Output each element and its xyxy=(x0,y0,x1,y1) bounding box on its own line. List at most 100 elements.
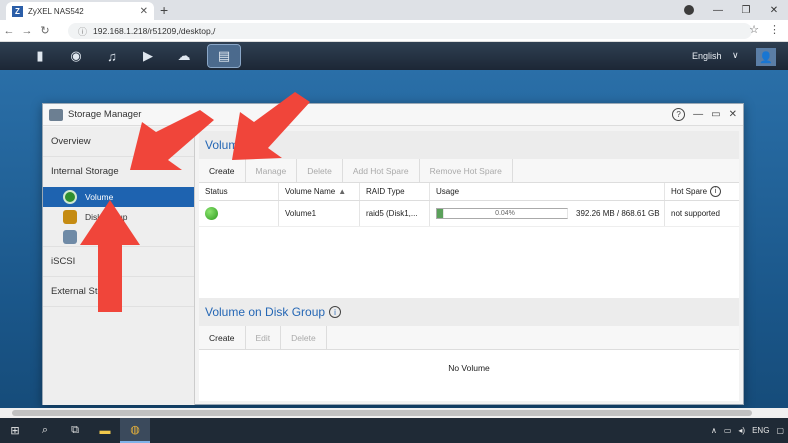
main-panel: Volume Create Manage Delete Add Hot Spar… xyxy=(199,131,739,401)
zyxel-cloud-app-icon[interactable]: ☁ xyxy=(172,45,196,67)
chevron-up-icon[interactable]: ∧ xyxy=(711,426,717,435)
minimize-icon[interactable]: — xyxy=(704,5,732,16)
sort-ascending-icon: ▲ xyxy=(338,187,347,196)
edit-button[interactable]: Edit xyxy=(246,326,282,349)
close-window-icon[interactable]: ✕ xyxy=(760,5,788,16)
profile-icon[interactable] xyxy=(684,5,694,15)
close-window-icon[interactable]: ✕ xyxy=(729,109,737,120)
notification-icon[interactable]: ▢ xyxy=(776,426,784,435)
hot-spare-cell: not supported xyxy=(671,209,720,218)
close-tab-icon[interactable]: ✕ xyxy=(140,6,148,17)
address-input[interactable]: ⓘ 192.168.1.218/r51209,/desktop,/ xyxy=(68,23,752,39)
add-hot-spare-button[interactable]: Add Hot Spare xyxy=(343,159,420,182)
user-icon[interactable]: 👤 xyxy=(756,48,776,66)
maximize-window-icon[interactable]: ▭ xyxy=(711,109,720,120)
usage-bar-fill xyxy=(437,209,444,218)
browser-tab[interactable]: Z ZyXEL NAS542 ✕ xyxy=(6,2,154,20)
info-icon[interactable]: i xyxy=(329,306,342,318)
usage-bar: 0.04% xyxy=(436,208,568,219)
chevron-down-icon[interactable]: ∨ xyxy=(732,50,739,61)
sidebar-item-external-storage[interactable]: External Storage xyxy=(43,277,194,307)
disk-group-toolbar: Create Edit Delete xyxy=(199,326,739,350)
column-volume-name[interactable]: Volume Name ▲ xyxy=(279,183,360,200)
sidebar-item-internal-storage[interactable]: Internal Storage xyxy=(43,157,194,187)
back-icon[interactable]: ← xyxy=(0,25,18,37)
volume-name-cell: Volume1 xyxy=(279,201,360,226)
volume-icon[interactable]: ◂) xyxy=(738,426,745,435)
column-label: Volume Name xyxy=(285,187,336,196)
search-icon[interactable]: ⌕ xyxy=(30,418,60,443)
disk-group-icon xyxy=(63,210,77,224)
window-title-controls: ? — ▭ ✕ xyxy=(672,108,737,121)
column-raid-type[interactable]: RAID Type xyxy=(360,183,430,200)
sidebar-item-disk-group[interactable]: Disk Group xyxy=(43,207,194,227)
create-button[interactable]: Create xyxy=(199,159,246,182)
raid-type-cell: raid5 (Disk1,... xyxy=(360,201,430,226)
address-text: 192.168.1.218/r51209,/desktop,/ xyxy=(93,26,216,36)
disk-icon xyxy=(63,229,77,244)
music-app-icon[interactable]: ♫ xyxy=(100,45,124,67)
manage-button[interactable]: Manage xyxy=(246,159,298,182)
status-ok-icon xyxy=(205,207,218,220)
chrome-icon[interactable]: ◍ xyxy=(120,418,150,443)
address-bar-row: ← → ↻ ⓘ 192.168.1.218/r51209,/desktop,/ … xyxy=(0,20,788,42)
new-tab-icon[interactable]: + xyxy=(160,2,168,18)
volume-toolbar: Create Manage Delete Add Hot Spare Remov… xyxy=(199,159,739,183)
file-browser-app-icon[interactable]: ▮ xyxy=(28,45,52,67)
disk-group-section: Volume on Disk Group i Create Edit Delet… xyxy=(199,298,739,386)
delete-button[interactable]: Delete xyxy=(297,159,343,182)
sidebar-item-volume[interactable]: Volume xyxy=(43,187,194,207)
nas-top-bar: ▮ ◉ ♫ ▶ ☁ ▤ English ∨ 👤 xyxy=(0,42,788,70)
info-icon[interactable]: ⓘ xyxy=(78,25,87,38)
minimize-window-icon[interactable]: — xyxy=(693,109,703,120)
bookmark-star-icon[interactable]: ☆ xyxy=(749,23,759,36)
sidebar-item-disk[interactable] xyxy=(43,227,194,247)
sidebar: Overview Internal Storage Volume Disk Gr… xyxy=(43,127,195,405)
usage-text: 392.26 MB / 868.61 GB xyxy=(576,209,660,218)
horizontal-scrollbar[interactable] xyxy=(0,408,788,418)
window-title: Storage Manager xyxy=(68,109,142,120)
column-label: Hot Spare xyxy=(671,187,708,196)
file-explorer-icon[interactable]: ▬ xyxy=(90,418,120,443)
create-button[interactable]: Create xyxy=(199,326,246,349)
remove-hot-spare-button[interactable]: Remove Hot Spare xyxy=(420,159,513,182)
tab-title: ZyXEL NAS542 xyxy=(28,6,84,16)
windows-taskbar: ⊞ ⌕ ⧉ ▬ ◍ ∧ ▭ ◂) ENG ▢ xyxy=(0,418,788,443)
network-icon[interactable]: ▭ xyxy=(724,426,732,435)
photo-app-icon[interactable]: ◉ xyxy=(64,45,88,67)
system-tray: ∧ ▭ ◂) ENG ▢ xyxy=(711,418,784,443)
table-row[interactable]: Volume1 raid5 (Disk1,... 0.04% 392.26 MB… xyxy=(199,201,739,227)
tray-language[interactable]: ENG xyxy=(752,426,769,435)
disk-group-section-title: Volume on Disk Group xyxy=(205,305,326,319)
delete-button[interactable]: Delete xyxy=(281,326,327,349)
windows-start-icon[interactable]: ⊞ xyxy=(0,418,30,443)
menu-icon[interactable]: ⋮ xyxy=(769,23,780,36)
browser-tab-bar: Z ZyXEL NAS542 ✕ + — ❐ ✕ xyxy=(0,0,788,20)
address-actions: ☆ ⋮ xyxy=(749,23,780,36)
column-usage[interactable]: Usage xyxy=(430,183,665,200)
volume-section-title: Volume xyxy=(199,131,739,159)
task-view-icon[interactable]: ⧉ xyxy=(60,418,90,443)
sidebar-item-iscsi[interactable]: iSCSI xyxy=(43,247,194,277)
forward-icon[interactable]: → xyxy=(18,25,36,37)
column-hot-spare[interactable]: Hot Spare i xyxy=(665,183,739,200)
column-status[interactable]: Status xyxy=(199,183,279,200)
empty-state-text: No Volume xyxy=(448,363,490,373)
help-icon[interactable]: ? xyxy=(672,108,686,121)
video-app-icon[interactable]: ▶ xyxy=(136,45,160,67)
zyxel-favicon-icon: Z xyxy=(12,5,23,17)
status-cell xyxy=(199,201,279,226)
volume-icon xyxy=(63,190,77,204)
reload-icon[interactable]: ↻ xyxy=(36,24,54,37)
info-icon[interactable]: i xyxy=(710,186,722,197)
window-title-bar[interactable]: Storage Manager xyxy=(43,104,743,126)
sidebar-item-label: Disk Group xyxy=(85,212,128,222)
scrollbar-thumb[interactable] xyxy=(12,410,752,416)
storage-manager-app-icon[interactable]: ▤ xyxy=(207,44,241,68)
usage-percent: 0.04% xyxy=(495,210,515,217)
usage-cell: 0.04% 392.26 MB / 868.61 GB xyxy=(430,201,665,226)
sidebar-item-overview[interactable]: Overview xyxy=(43,127,194,157)
disk-group-section-header: Volume on Disk Group i xyxy=(199,298,739,326)
language-select[interactable]: English xyxy=(692,51,722,61)
restore-icon[interactable]: ❐ xyxy=(732,5,760,16)
